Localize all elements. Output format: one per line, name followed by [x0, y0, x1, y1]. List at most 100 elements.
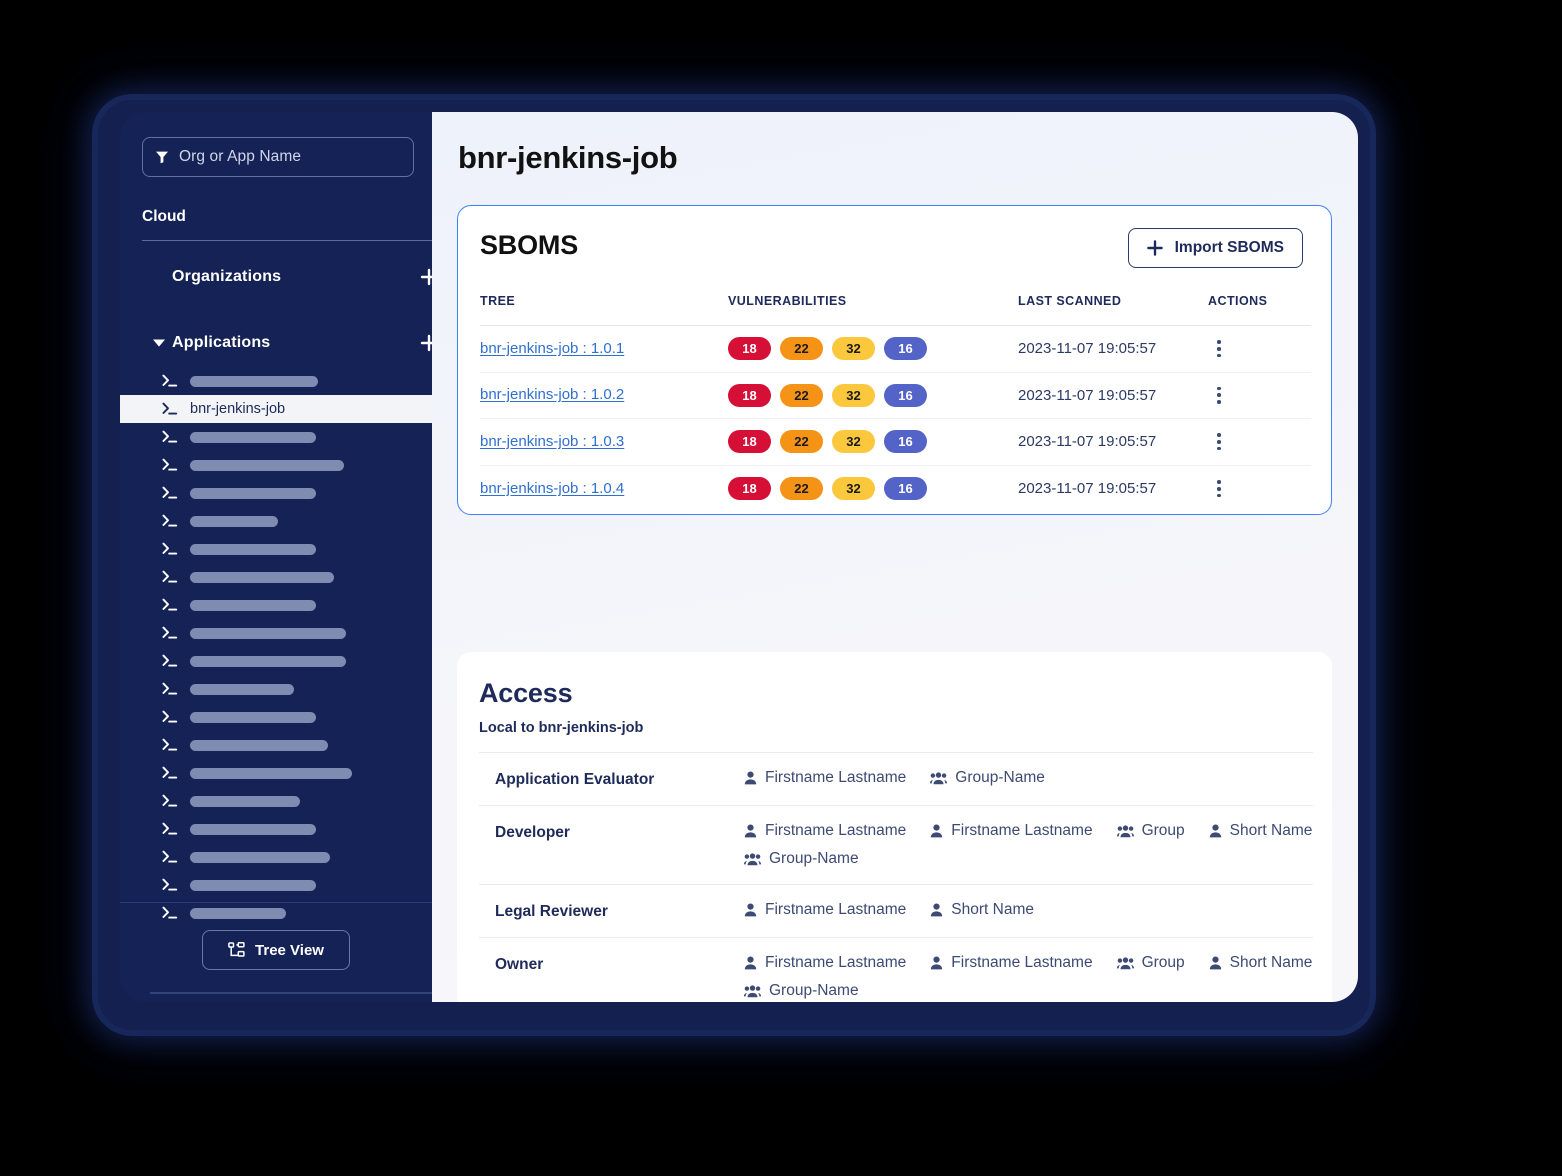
sidebar-item-placeholder[interactable] [120, 843, 432, 871]
vulnerability-badge-high[interactable]: 22 [780, 477, 823, 501]
screenshot-root: Org or App Name Cloud Organizations Appl… [0, 0, 1562, 1176]
access-member-user[interactable]: Firstname Lastname [744, 822, 906, 840]
access-member-user[interactable]: Short Name [1209, 822, 1312, 840]
sidebar-group-applications[interactable]: Applications [152, 330, 432, 356]
sidebar-item-bnr-jenkins-job[interactable]: bnr-jenkins-job [120, 395, 432, 423]
sidebar-item-placeholder[interactable] [120, 815, 432, 843]
vulnerability-badge-critical[interactable]: 18 [728, 383, 771, 407]
sidebar-item-placeholder[interactable] [120, 899, 432, 927]
vulnerability-badge-critical[interactable]: 18 [728, 477, 771, 501]
access-member-user[interactable]: Firstname Lastname [930, 822, 1093, 840]
user-icon [930, 824, 943, 838]
access-member-name: Firstname Lastname [765, 769, 907, 786]
table-row: bnr-jenkins-job : 1.0.1 18 22 32 16 2023-11-0… [480, 326, 1311, 373]
user-icon [744, 903, 757, 917]
vulnerability-badge-low[interactable]: 16 [884, 430, 927, 454]
access-row: Application Evaluator Firstname Lastname G… [479, 752, 1313, 805]
sidebar-item-placeholder-bar [190, 683, 294, 695]
vulnerability-badge-low[interactable]: 16 [884, 383, 927, 407]
sidebar-item-placeholder[interactable] [120, 787, 432, 815]
access-member-name: Group-Name [769, 850, 859, 867]
import-sboms-button[interactable]: Import SBOMS [1127, 228, 1303, 268]
sidebar-item-placeholder[interactable] [120, 619, 432, 647]
chevron-down-icon[interactable] [152, 339, 166, 347]
sidebar-item-placeholder[interactable] [120, 675, 432, 703]
plus-icon [1146, 240, 1163, 256]
access-card: Access Local to bnr-jenkins-job Applicat… [457, 652, 1332, 1002]
sidebar-item-placeholder-bar [190, 739, 328, 751]
sidebar-item-placeholder-bar [190, 543, 316, 555]
vulnerability-badge-low[interactable]: 16 [884, 477, 927, 501]
page-title: bnr-jenkins-job [458, 140, 678, 175]
kebab-menu-icon[interactable] [1208, 480, 1230, 498]
vulnerability-badge-critical[interactable]: 18 [728, 430, 771, 454]
access-member-group[interactable]: Group-Name [930, 769, 1045, 787]
tree-view-button-label: Tree View [255, 941, 324, 959]
sidebar-item-placeholder[interactable] [120, 759, 432, 787]
access-member-group[interactable]: Group-Name [744, 982, 859, 1000]
vulnerability-badge-medium[interactable]: 32 [832, 383, 875, 407]
sidebar-item-placeholder-bar [190, 907, 286, 919]
sbom-last-scanned-cell: 2023-11-07 19:05:57 [1018, 480, 1157, 498]
access-member-user[interactable]: Short Name [1209, 954, 1313, 972]
vulnerability-badge-medium[interactable]: 32 [832, 430, 875, 454]
vulnerability-badge-low[interactable]: 16 [884, 337, 927, 361]
sidebar: Org or App Name Cloud Organizations Appl… [120, 112, 432, 1002]
access-member-user[interactable]: Firstname Lastname [744, 901, 906, 919]
kebab-menu-icon[interactable] [1208, 433, 1230, 451]
vulnerability-badge-high[interactable]: 22 [780, 337, 823, 361]
access-heading: Access [479, 678, 573, 708]
access-member-user[interactable]: Firstname Lastname [744, 954, 906, 972]
kebab-menu-icon[interactable] [1208, 386, 1230, 404]
sbom-tree-link[interactable]: bnr-jenkins-job : 1.0.2 [480, 386, 624, 403]
sidebar-item-placeholder[interactable] [120, 871, 432, 899]
sidebar-item-placeholder-bar [190, 655, 346, 667]
vulnerability-badge-medium[interactable]: 32 [832, 337, 875, 361]
sidebar-item-placeholder-bar [190, 795, 300, 807]
access-member-group[interactable]: Group [1116, 954, 1185, 972]
access-member-name: Short Name [1229, 954, 1313, 971]
sidebar-item-placeholder[interactable] [120, 367, 432, 395]
sidebar-item-placeholder[interactable] [120, 703, 432, 731]
vulnerability-badge-critical[interactable]: 18 [728, 337, 771, 361]
sidebar-item-placeholder[interactable] [120, 507, 432, 535]
sidebar-item-placeholder[interactable] [120, 647, 432, 675]
sidebar-group-organizations[interactable]: Organizations [152, 264, 432, 290]
access-table: Application Evaluator Firstname Lastname G… [479, 752, 1313, 1002]
sbom-last-scanned-cell: 2023-11-07 19:05:57 [1018, 433, 1157, 451]
sidebar-item-placeholder[interactable] [120, 451, 432, 479]
sidebar-item-placeholder[interactable] [120, 731, 432, 759]
group-icon [930, 771, 948, 785]
sidebar-group-organizations-label: Organizations [172, 268, 282, 285]
sidebar-item-placeholder[interactable] [120, 535, 432, 563]
tree-view-button[interactable]: Tree View [202, 930, 350, 970]
search-input[interactable]: Org or App Name [142, 137, 414, 177]
sidebar-item-placeholder[interactable] [120, 479, 432, 507]
sidebar-item-placeholder-bar [190, 375, 318, 387]
vulnerability-badge-high[interactable]: 22 [780, 383, 823, 407]
sbom-tree-link[interactable]: bnr-jenkins-job : 1.0.3 [480, 433, 624, 450]
add-application-plus-icon[interactable] [418, 332, 432, 354]
sbom-tree-link[interactable]: bnr-jenkins-job : 1.0.4 [480, 480, 624, 497]
user-icon [1209, 956, 1222, 970]
sidebar-item-placeholder-bar [190, 431, 316, 443]
add-organization-plus-icon[interactable] [418, 266, 432, 288]
sidebar-item-label: bnr-jenkins-job [190, 401, 286, 417]
access-members: Firstname Lastname Group-Name [744, 769, 1045, 787]
sidebar-item-placeholder[interactable] [120, 423, 432, 451]
access-member-group[interactable]: Group-Name [744, 850, 859, 868]
access-member-user[interactable]: Firstname Lastname [744, 769, 906, 787]
sidebar-item-placeholder-bar [190, 487, 316, 499]
access-member-user[interactable]: Short Name [930, 901, 1034, 919]
vulnerability-badge-high[interactable]: 22 [780, 430, 823, 454]
sidebar-item-placeholder[interactable] [120, 563, 432, 591]
sidebar-item-placeholder-bar [190, 599, 316, 611]
sbom-tree-link[interactable]: bnr-jenkins-job : 1.0.1 [480, 340, 624, 357]
vulnerability-badge-medium[interactable]: 32 [832, 477, 875, 501]
access-member-group[interactable]: Group [1116, 822, 1185, 840]
sidebar-item-placeholder[interactable] [120, 591, 432, 619]
kebab-menu-icon[interactable] [1208, 340, 1230, 358]
access-member-user[interactable]: Firstname Lastname [930, 954, 1093, 972]
group-icon [744, 852, 761, 866]
sidebar-item-placeholder-bar [190, 515, 278, 527]
